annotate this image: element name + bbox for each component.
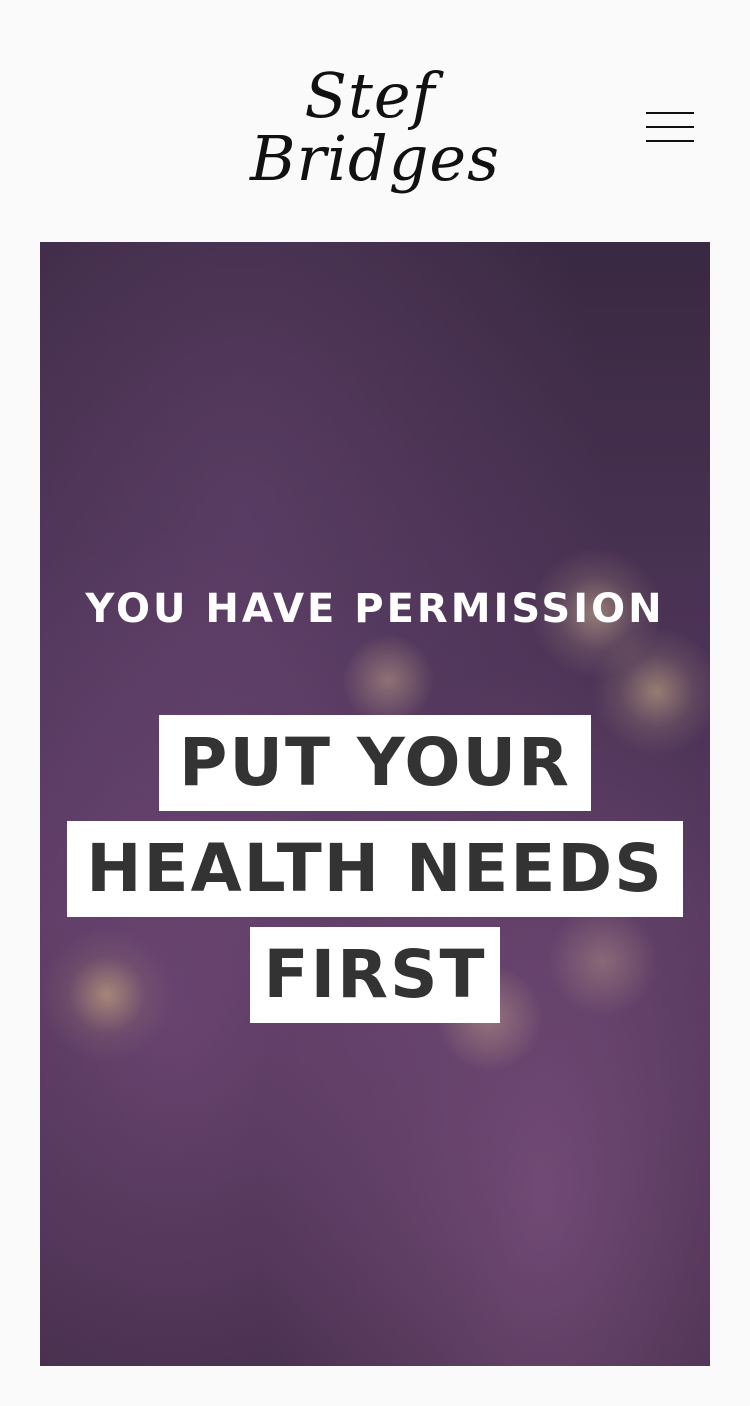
- menu-bar-bottom: [646, 140, 694, 142]
- hero-headline-line-1: PUT YOUR: [159, 715, 591, 811]
- menu-bar-middle: [646, 126, 694, 128]
- hero-headline-line-3: FIRST: [250, 927, 500, 1023]
- hero-banner: YOU HAVE PERMISSION PUT YOUR HEALTH NEED…: [40, 242, 710, 1366]
- page: Stef Bridges YOU HAVE PERMISSION PUT YOU…: [0, 0, 750, 1406]
- hamburger-menu-icon[interactable]: [640, 104, 700, 150]
- logo-line-1: Stef: [304, 59, 436, 133]
- hero-headline-line-2: HEALTH NEEDS: [67, 821, 683, 917]
- logo-line-2: Bridges: [250, 122, 500, 195]
- hero-eyebrow: YOU HAVE PERMISSION: [85, 586, 665, 632]
- site-header: Stef Bridges: [0, 0, 750, 242]
- menu-bar-top: [646, 112, 694, 114]
- site-logo[interactable]: Stef Bridges: [245, 38, 505, 218]
